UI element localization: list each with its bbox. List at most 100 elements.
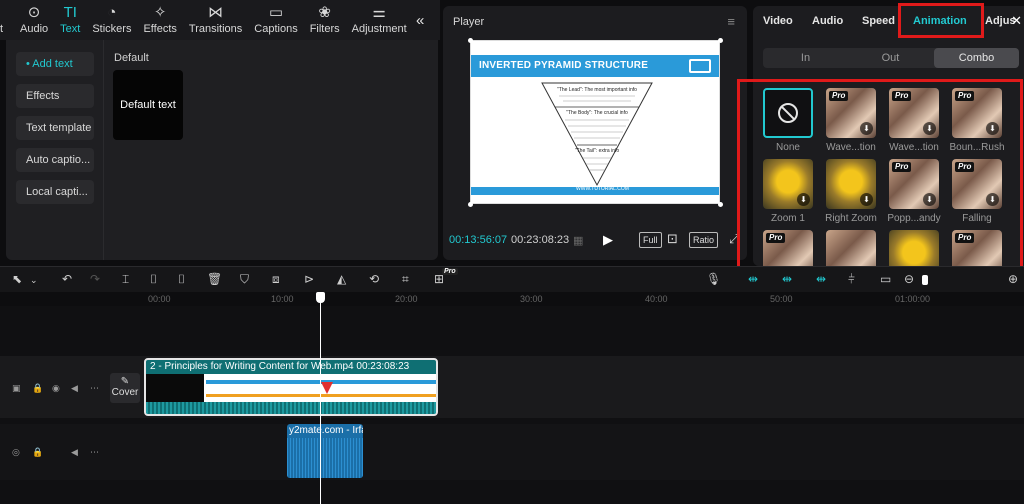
pencil-icon: ✎: [120, 376, 130, 387]
tab-audio[interactable]: Audio: [812, 15, 843, 27]
laptop-icon: [689, 59, 711, 73]
lock-icon[interactable]: 🔒: [32, 383, 43, 394]
speaker-icon[interactable]: ◀: [71, 383, 78, 394]
eye-icon[interactable]: ◉: [52, 383, 60, 394]
stickers-icon: ◔: [107, 4, 117, 21]
tool-adjustment[interactable]: ⚌ Adjustment: [346, 0, 413, 40]
tab-video[interactable]: Video: [763, 15, 793, 27]
more-icon[interactable]: ⋯: [90, 447, 99, 458]
pyramid-body: "The Body": The crucial info: [566, 110, 628, 116]
link-audio-icon[interactable]: ⇹: [816, 272, 826, 286]
resize-handle[interactable]: [718, 38, 723, 43]
total-time: 00:23:08:23: [511, 234, 570, 246]
cover-button[interactable]: ✎ Cover: [110, 373, 140, 403]
chevron-down-icon[interactable]: ⌄: [30, 275, 38, 286]
captions-icon: ▭: [268, 4, 284, 21]
nav-add-text[interactable]: • Add text: [16, 52, 94, 76]
tool-audio[interactable]: ⊙ Audio: [14, 0, 54, 40]
tool-filters[interactable]: ❀ Filters: [304, 0, 346, 40]
timeline-ruler[interactable]: 00:00 10:00 20:00 30:00 40:00 50:00 01:0…: [0, 292, 1024, 306]
split-icon[interactable]: ⌶: [122, 272, 129, 287]
transitions-icon: ⋈: [208, 4, 224, 21]
playhead-handle[interactable]: [316, 292, 325, 303]
player-title: Player: [453, 16, 485, 28]
play-icon[interactable]: ▶: [603, 232, 613, 248]
playhead[interactable]: [320, 293, 321, 504]
track-video-icon: ▣: [12, 383, 21, 393]
crop-icon[interactable]: ⌗: [402, 272, 409, 287]
more-icon[interactable]: ⋯: [90, 383, 99, 394]
ratio-button[interactable]: Ratio: [689, 232, 719, 248]
freeze-icon[interactable]: ⧈: [272, 272, 280, 287]
nav-local-captions[interactable]: Local capti...: [16, 180, 94, 204]
track-audio-icon: ◎: [12, 447, 20, 457]
comment-icon[interactable]: ▭: [880, 272, 891, 286]
audio-clip-title: y2mate.com - Irfa: [289, 425, 363, 436]
microphone-icon[interactable]: 🎙: [706, 272, 721, 286]
nav-text-template[interactable]: Text template: [16, 116, 94, 140]
pro-badge: Pro: [442, 268, 458, 275]
menu-icon[interactable]: ≡: [727, 14, 735, 29]
collapse-panel-icon[interactable]: «: [416, 12, 424, 29]
rotate-icon[interactable]: ⟲: [369, 272, 379, 286]
mirror-icon[interactable]: ◭: [337, 272, 346, 286]
animation-subtabs: In Out Combo: [763, 48, 1019, 68]
undo-icon[interactable]: ↶: [62, 272, 72, 286]
subtab-out[interactable]: Out: [848, 48, 933, 68]
speaker-icon[interactable]: ◀: [71, 447, 78, 458]
resize-handle[interactable]: [468, 202, 473, 207]
text-nav: • Add text Effects Text template Auto ca…: [6, 40, 104, 260]
audio-track: [0, 424, 1024, 480]
annotation-box: [898, 3, 984, 38]
play-circle-icon[interactable]: ⊳: [304, 272, 314, 286]
default-text-card[interactable]: Default text: [113, 70, 183, 140]
current-time: 00:13:56:07: [449, 234, 508, 246]
filters-icon: ❀: [318, 4, 331, 21]
link-track-icon[interactable]: ⇹: [782, 272, 792, 286]
slide-footer: WWW.TUTORIAL.COM: [471, 186, 719, 195]
resize-handle[interactable]: [468, 38, 473, 43]
clip-title: 2 - Principles for Writing Content for W…: [150, 361, 410, 372]
split-right-icon[interactable]: ⌷: [178, 272, 185, 287]
full-button[interactable]: Full: [639, 232, 662, 248]
shield-icon[interactable]: ⛉: [240, 272, 249, 287]
lock-icon[interactable]: 🔒: [32, 447, 43, 458]
select-icon[interactable]: ⬉: [12, 272, 22, 286]
tab-speed[interactable]: Speed: [862, 15, 895, 27]
video-clip[interactable]: 2 - Principles for Writing Content for W…: [144, 358, 438, 416]
zoom-in-icon[interactable]: ⊕: [1008, 272, 1018, 286]
media-toolbar: t ⊙ Audio TI Text ◔ Stickers ✧ Effects ⋈ Tran…: [0, 0, 440, 40]
split-left-icon[interactable]: ⌷: [150, 272, 157, 287]
tool-stickers[interactable]: ◔ Stickers: [86, 0, 137, 40]
link-main-icon[interactable]: ⇹: [748, 272, 758, 286]
audio-icon: ⊙: [27, 4, 41, 21]
timeline-toolbar: ⬉ ⌄ ↶ ↷ ⌶ ⌷ ⌷ 🗑 ⛉ ⧈ ⊳ ◭ ⟲ ⌗ ⊞ Pro 🎙 ⇹ ⇹ …: [0, 266, 1024, 292]
tool-transitions[interactable]: ⋈ Transitions: [183, 0, 248, 40]
audio-waveform: [287, 438, 363, 478]
split-preview-icon[interactable]: ⫩: [848, 272, 855, 287]
tool-effects[interactable]: ✧ Effects: [137, 0, 182, 40]
subtab-in[interactable]: In: [763, 48, 848, 68]
subtab-combo[interactable]: Combo: [934, 48, 1019, 68]
video-preview[interactable]: INVERTED PYRAMID STRUCTURE "The Lead": T…: [470, 40, 720, 204]
delete-icon[interactable]: 🗑: [207, 272, 222, 286]
grid-icon[interactable]: ▦: [573, 234, 583, 247]
annotation-box: [737, 79, 1023, 269]
resize-handle[interactable]: [718, 202, 723, 207]
nav-effects[interactable]: Effects: [16, 84, 94, 108]
close-icon[interactable]: ✕: [1011, 13, 1022, 29]
zoom-out-icon[interactable]: ⊖: [904, 272, 914, 286]
effects-icon: ✧: [153, 4, 167, 21]
text-panel: • Add text Effects Text template Auto ca…: [6, 40, 438, 260]
pyramid-lead: "The Lead": The most important info: [557, 87, 637, 93]
tool-text[interactable]: TI Text: [54, 0, 86, 40]
audio-clip[interactable]: y2mate.com - Irfa: [287, 424, 363, 478]
clip-waveform: [146, 402, 436, 414]
nav-auto-captions[interactable]: Auto captio...: [16, 148, 94, 172]
fit-icon[interactable]: ⊡: [667, 231, 678, 247]
tool-captions[interactable]: ▭ Captions: [248, 0, 303, 40]
section-label: Default: [114, 52, 149, 64]
redo-icon[interactable]: ↷: [90, 272, 100, 286]
zoom-slider[interactable]: [922, 275, 928, 285]
tool-cut-off[interactable]: t: [0, 0, 14, 40]
